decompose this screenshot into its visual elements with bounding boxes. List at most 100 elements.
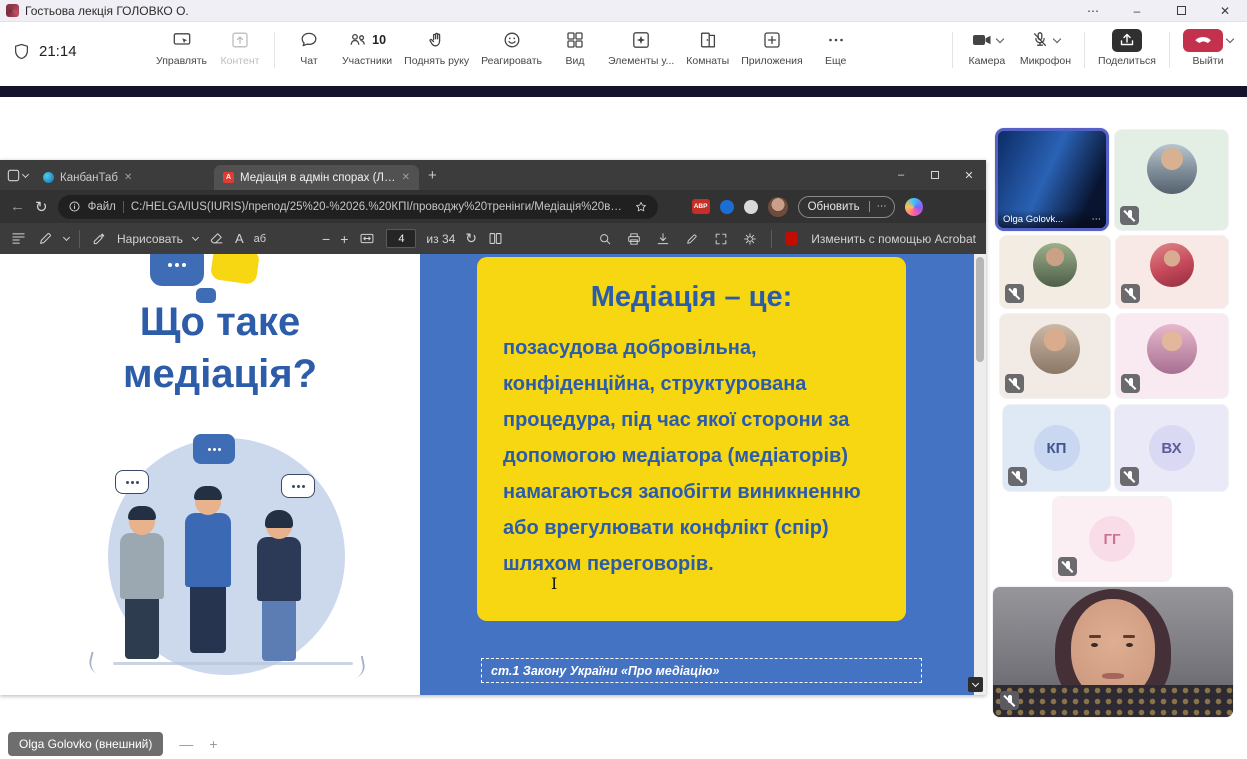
rotate-icon[interactable]: ↻ xyxy=(465,230,477,247)
rooms-label: Комнаты xyxy=(686,55,729,67)
new-tab-button[interactable]: + xyxy=(428,167,437,184)
annotate-pen-icon[interactable] xyxy=(684,231,700,247)
more-button[interactable]: Еще xyxy=(809,28,863,68)
adblock-icon[interactable]: ABP xyxy=(692,199,710,214)
back-button[interactable]: ← xyxy=(10,198,25,215)
participant-tile[interactable] xyxy=(1000,236,1110,308)
view-button[interactable]: Вид xyxy=(548,28,602,68)
eraser-icon[interactable] xyxy=(208,230,225,247)
browser-tab-kanban[interactable]: КанбанТаб ✕ xyxy=(34,165,214,190)
apps-plus-icon xyxy=(762,30,782,50)
address-field[interactable]: Файл C:/HELGA/IUS(IURIS)/препод/25%20-%2… xyxy=(58,195,658,219)
participant-tile-olga[interactable]: Olga Golovk... ⋯ xyxy=(995,128,1109,231)
update-more-icon[interactable]: ⋯ xyxy=(869,201,894,212)
update-label: Обновить xyxy=(799,201,869,213)
update-browser-button[interactable]: Обновить ⋯ xyxy=(798,196,895,218)
refresh-button[interactable]: ↻ xyxy=(35,198,48,216)
participant-tile[interactable]: КП xyxy=(1003,405,1110,491)
draw-button[interactable]: Нарисовать xyxy=(90,230,198,247)
acrobat-edit-button[interactable]: Изменить с помощью Acrobat xyxy=(811,232,976,246)
apps-button[interactable]: Приложения xyxy=(735,28,808,68)
camera-button[interactable]: Камера xyxy=(960,28,1014,67)
add-text-icon[interactable]: A xyxy=(235,231,244,246)
profile-avatar[interactable] xyxy=(768,197,788,217)
print-icon[interactable] xyxy=(626,231,642,247)
maximize-icon xyxy=(931,171,939,179)
page-view-icon[interactable] xyxy=(487,230,504,247)
kanban-favicon xyxy=(43,172,54,183)
share-zoom-out-button[interactable]: — xyxy=(179,736,193,752)
copilot-icon[interactable] xyxy=(905,198,923,216)
window-controls: ⋯ – ✕ xyxy=(1071,0,1247,22)
microphone-button[interactable]: Микрофон xyxy=(1014,28,1077,67)
mic-muted-icon xyxy=(1120,206,1139,225)
browser-close-button[interactable]: ✕ xyxy=(952,160,986,190)
close-button[interactable]: ✕ xyxy=(1203,0,1247,22)
self-video-tile[interactable] xyxy=(993,587,1233,717)
manage-button[interactable]: Управлять xyxy=(150,28,213,68)
tab-close-icon[interactable]: ✕ xyxy=(402,172,410,183)
camera-chevron-icon[interactable] xyxy=(996,34,1004,42)
search-icon[interactable] xyxy=(597,231,613,247)
browser-tab-pdf[interactable]: A Медіація в адмін спорах (Литви ✕ xyxy=(214,165,419,190)
participants-label: Участники xyxy=(342,55,392,67)
raise-hand-icon xyxy=(427,30,447,50)
toc-icon[interactable] xyxy=(10,230,27,247)
scrollbar-thumb[interactable] xyxy=(976,257,984,362)
pdf-scrollbar[interactable] xyxy=(974,254,986,695)
meeting-timer: 21:14 xyxy=(12,42,77,61)
maximize-button[interactable] xyxy=(1159,0,1203,22)
participant-tile[interactable]: ГГ xyxy=(1053,497,1171,581)
tab-actions-button[interactable] xyxy=(6,168,28,183)
share-button[interactable]: Поделиться xyxy=(1092,28,1162,67)
pdf-toolbar-divider xyxy=(79,230,80,248)
participants-button[interactable]: 10 Участники xyxy=(336,28,398,68)
rooms-button[interactable]: Комнаты xyxy=(680,28,735,68)
content-button[interactable]: Контент xyxy=(213,28,267,68)
share-zoom-in-button[interactable]: + xyxy=(209,736,217,752)
pen-tool-button[interactable] xyxy=(37,230,69,247)
pdf-page[interactable]: Що таке медіація? xyxy=(0,254,986,695)
minimize-button[interactable]: – xyxy=(1115,0,1159,22)
participant-tile[interactable] xyxy=(1116,236,1228,308)
person-head xyxy=(195,489,221,515)
tab-close-icon[interactable]: ✕ xyxy=(124,172,132,183)
browser-minimize-button[interactable]: – xyxy=(884,160,918,190)
chevron-down-icon xyxy=(22,170,29,177)
participant-tile[interactable] xyxy=(1115,130,1228,230)
info-icon[interactable] xyxy=(68,200,81,213)
leave-button[interactable]: Выйти xyxy=(1177,28,1239,67)
fullscreen-icon[interactable] xyxy=(713,231,729,247)
settings-gear-icon[interactable] xyxy=(742,231,758,247)
page-down-button[interactable] xyxy=(968,677,983,692)
mic-muted-icon xyxy=(1121,284,1140,303)
participant-tile[interactable]: ВХ xyxy=(1115,405,1228,491)
window-more-icon[interactable]: ⋯ xyxy=(1071,0,1115,22)
zoom-in-button[interactable]: + xyxy=(340,231,348,247)
participant-tile[interactable] xyxy=(1116,314,1228,398)
extension-icon[interactable] xyxy=(720,200,734,214)
save-icon[interactable] xyxy=(655,231,671,247)
tile-more-icon[interactable]: ⋯ xyxy=(1092,214,1102,225)
microphone-chevron-icon[interactable] xyxy=(1053,34,1061,42)
page-input[interactable] xyxy=(386,229,416,248)
browser-maximize-button[interactable] xyxy=(918,160,952,190)
browser-addressbar: ← ↻ Файл C:/HELGA/IUS(IURIS)/препод/25%2… xyxy=(0,190,986,223)
pdf-favicon: A xyxy=(223,172,234,183)
bookmark-star-icon[interactable] xyxy=(634,200,648,214)
fit-width-icon[interactable] xyxy=(358,230,376,247)
zoom-out-button[interactable]: − xyxy=(322,231,330,247)
pdf-toolbar-divider xyxy=(771,230,772,248)
chat-button[interactable]: Чат xyxy=(282,28,336,68)
raise-hand-button[interactable]: Поднять руку xyxy=(398,28,475,68)
leave-chevron-icon[interactable] xyxy=(1226,34,1234,42)
share-label: Поделиться xyxy=(1098,55,1156,67)
shield-icon xyxy=(12,42,31,61)
mic-muted-icon xyxy=(1005,374,1024,393)
participant-initials-circle: КП xyxy=(1034,425,1080,471)
read-aloud-icon[interactable]: аб xyxy=(254,233,266,245)
react-button[interactable]: Реагировать xyxy=(475,28,548,68)
extension-icon[interactable] xyxy=(744,200,758,214)
elements-button[interactable]: Элементы у... xyxy=(602,28,680,68)
participant-tile[interactable] xyxy=(1000,314,1110,398)
